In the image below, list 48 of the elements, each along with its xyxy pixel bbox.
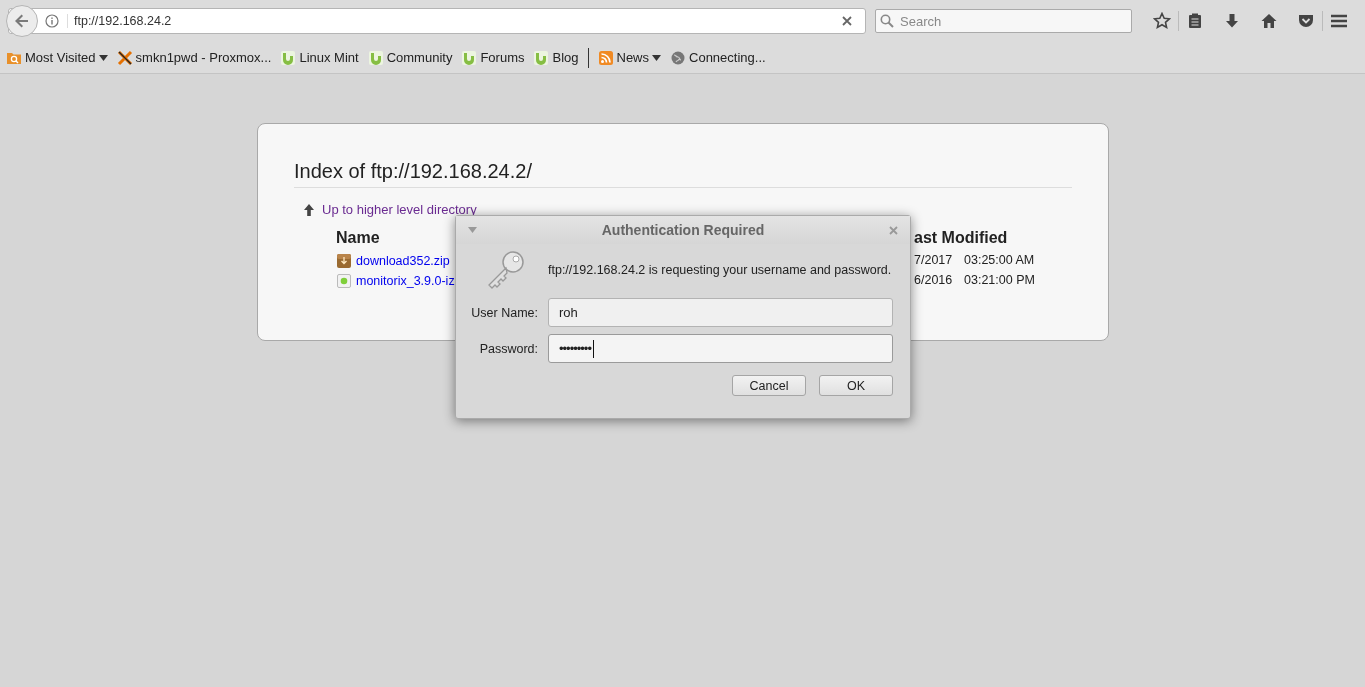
package-icon bbox=[336, 273, 352, 289]
date-text: 6/2016 bbox=[914, 273, 950, 289]
info-icon[interactable] bbox=[45, 14, 59, 28]
ok-button[interactable]: OK bbox=[819, 375, 893, 396]
file-link[interactable]: monitorix_3.9.0-iz bbox=[356, 274, 455, 288]
time-text: 03:25:00 AM bbox=[964, 253, 1035, 269]
up-arrow-icon bbox=[304, 203, 314, 216]
dialog-title: Authentication Required bbox=[601, 222, 765, 238]
reading-list-icon[interactable] bbox=[1186, 12, 1204, 30]
leaf-logo-icon bbox=[461, 49, 478, 66]
page-title: Index of ftp://192.168.24.2/ bbox=[294, 160, 533, 183]
leaf-logo-icon bbox=[533, 49, 550, 66]
pocket-icon[interactable] bbox=[1297, 12, 1315, 30]
download-icon[interactable] bbox=[1223, 12, 1241, 30]
dialog-message: ftp://192.168.24.2 is requesting your username and password. bbox=[548, 263, 892, 277]
bookmark-item[interactable]: Blog bbox=[533, 49, 579, 66]
column-header: ast Modified bbox=[914, 229, 1008, 247]
home-icon[interactable] bbox=[1260, 12, 1278, 30]
field-label: Password: bbox=[479, 341, 538, 356]
url-text: ftp://192.168.24.2 bbox=[67, 14, 841, 28]
bookmark-item[interactable]: Connecting... bbox=[670, 49, 766, 66]
file-link[interactable]: download352.zip bbox=[356, 254, 450, 268]
archive-icon bbox=[336, 253, 352, 269]
bookmark-item[interactable]: Forums bbox=[461, 49, 525, 66]
bookmark-item[interactable]: smkn1pwd - Proxmox... bbox=[116, 49, 272, 66]
field-label: User Name: bbox=[471, 305, 538, 320]
time-text: 03:21:00 PM bbox=[964, 273, 1035, 289]
address-bar[interactable]: ftp://192.168.24.2 bbox=[8, 8, 866, 34]
leaf-logo-icon bbox=[367, 49, 384, 66]
bookmark-item[interactable]: Most Visited bbox=[6, 49, 108, 66]
clear-icon[interactable] bbox=[841, 15, 853, 27]
leaf-logo-icon bbox=[280, 49, 297, 66]
back-button[interactable] bbox=[6, 5, 38, 37]
date-text: 7/2017 bbox=[914, 253, 950, 269]
column-header: Name bbox=[336, 229, 380, 247]
bookmark-item[interactable]: News bbox=[597, 49, 661, 66]
username-field[interactable]: roh bbox=[548, 298, 893, 327]
cancel-button[interactable]: Cancel bbox=[732, 375, 806, 396]
bookmark-item[interactable]: Linux Mint bbox=[280, 49, 359, 66]
feed-icon bbox=[597, 49, 614, 66]
back-arrow-icon bbox=[14, 13, 30, 29]
bookmark-item[interactable]: Community bbox=[367, 49, 453, 66]
x-logo-icon bbox=[116, 49, 133, 66]
bookmark-star-icon[interactable] bbox=[1153, 12, 1171, 30]
parent-directory-link[interactable]: Up to higher level directory bbox=[322, 202, 477, 217]
menu-icon[interactable] bbox=[1330, 12, 1348, 30]
password-field[interactable]: ••••••••• bbox=[548, 334, 893, 363]
search-field[interactable]: Search bbox=[875, 9, 1132, 33]
